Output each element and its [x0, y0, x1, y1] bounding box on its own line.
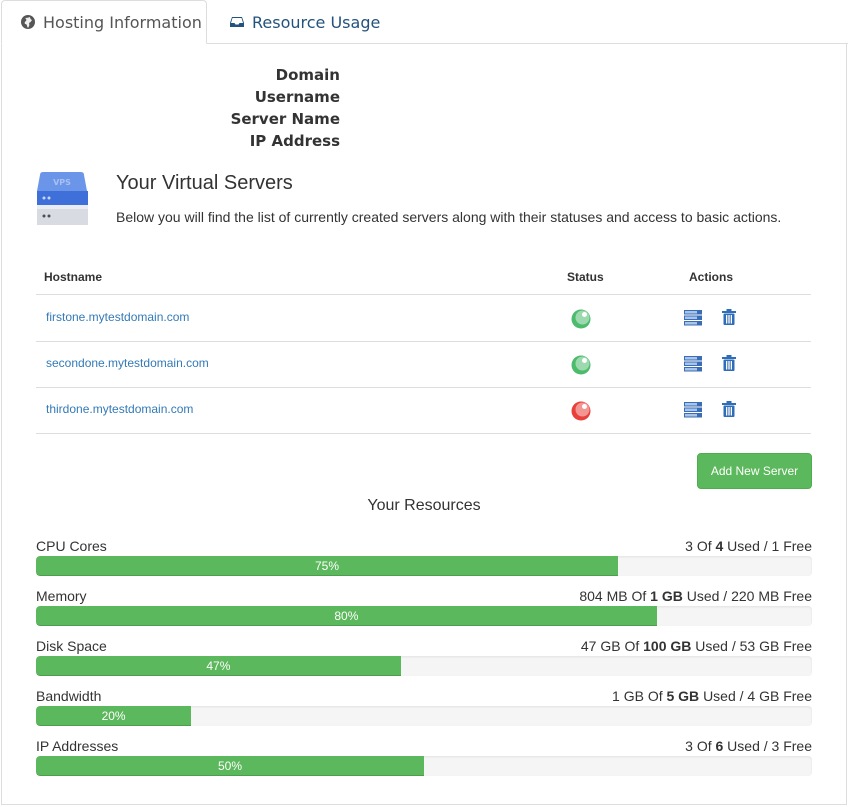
resource-progress-bar: 75%: [36, 556, 812, 576]
resource-progress-fill: 47%: [36, 656, 401, 676]
tab-resource-usage[interactable]: Resource Usage: [207, 0, 380, 44]
resource-of: Of: [696, 538, 712, 554]
resource-usage-text: 47 GB Of 100 GB Used / 53 GB Free: [581, 638, 812, 654]
resource-total: 4: [715, 538, 724, 554]
resource-total: 100 GB: [643, 638, 692, 654]
resource-usage-text: 3 Of 4 Used / 1 Free: [685, 538, 812, 554]
server-hostname-link[interactable]: firstone.mytestdomain.com: [46, 295, 189, 339]
username-label: Username: [254, 88, 340, 106]
resource-progress-bar: 47%: [36, 656, 812, 676]
add-new-server-button[interactable]: Add New Server: [697, 453, 812, 489]
vps-icon-text: VPS: [53, 178, 71, 187]
status-online-icon: [571, 355, 591, 375]
resource-free: Used / 220 MB Free: [686, 588, 812, 604]
status-offline-icon: [571, 401, 591, 421]
resource-of: Of: [631, 588, 647, 604]
tab-label: Resource Usage: [252, 12, 381, 32]
resource-progress-bar: 20%: [36, 706, 812, 726]
resource-free: Used / 4 GB Free: [703, 688, 812, 704]
resource-item: Disk Space 47 GB Of 100 GB Used / 53 GB …: [36, 638, 812, 678]
resource-progress-fill: 80%: [36, 606, 657, 626]
resource-usage-text: 1 GB Of 5 GB Used / 4 GB Free: [612, 688, 812, 704]
resource-label: CPU Cores: [36, 538, 107, 554]
tab-hosting-information[interactable]: Hosting Information: [1, 0, 207, 44]
resource-used: 1 GB: [612, 688, 644, 704]
tab-bar: Hosting Information Resource Usage: [0, 0, 848, 44]
server-row: secondone.mytestdomain.com: [36, 341, 811, 388]
server-row: firstone.mytestdomain.com: [36, 295, 811, 342]
resource-usage-text: 804 MB Of 1 GB Used / 220 MB Free: [579, 588, 812, 604]
delete-server-icon[interactable]: [722, 401, 736, 417]
resource-usage-text: 3 Of 6 Used / 3 Free: [685, 738, 812, 754]
resource-used: 47 GB: [580, 638, 621, 654]
resource-label: Memory: [36, 588, 87, 604]
resource-of: Of: [624, 638, 640, 654]
resource-item: Memory 804 MB Of 1 GB Used / 220 MB Free…: [36, 588, 812, 628]
resource-progress-bar: 80%: [36, 606, 812, 626]
column-header-actions: Actions: [689, 270, 734, 284]
resource-free: Used / 3 Free: [727, 738, 812, 754]
resource-label: Bandwidth: [36, 688, 102, 704]
resource-item: Bandwidth 1 GB Of 5 GB Used / 4 GB Free …: [36, 688, 812, 728]
resource-progress-fill: 20%: [36, 706, 192, 726]
resource-used: 3: [685, 538, 693, 554]
resource-used: 804 MB: [579, 588, 628, 604]
hosting-info: Domain Username Server Name IP Address: [200, 64, 340, 152]
resource-of: Of: [696, 738, 712, 754]
manage-server-icon[interactable]: [684, 310, 702, 326]
manage-server-icon[interactable]: [684, 356, 702, 372]
resource-item: IP Addresses 3 Of 6 Used / 3 Free 50%: [36, 738, 812, 778]
resource-progress-fill: 50%: [36, 756, 424, 776]
server-row: thirdone.mytestdomain.com: [36, 387, 811, 434]
tab-label: Hosting Information: [43, 12, 202, 32]
resource-label: IP Addresses: [36, 738, 119, 754]
ip-address-label: IP Address: [249, 132, 340, 150]
resource-of: Of: [647, 688, 663, 704]
domain-label: Domain: [275, 66, 340, 84]
vps-server-icon: VPS: [36, 171, 88, 225]
resource-item: CPU Cores 3 Of 4 Used / 1 Free 75%: [36, 538, 812, 578]
delete-server-icon[interactable]: [722, 355, 736, 371]
server-hostname-link[interactable]: secondone.mytestdomain.com: [46, 341, 209, 385]
inbox-icon: [229, 14, 245, 30]
server-hostname-link[interactable]: thirdone.mytestdomain.com: [46, 387, 193, 431]
resource-free: Used / 1 Free: [727, 538, 812, 554]
manage-server-icon[interactable]: [684, 402, 702, 418]
resource-progress-fill: 75%: [36, 556, 618, 576]
resource-total: 6: [715, 738, 724, 754]
resource-total: 1 GB: [650, 588, 683, 604]
column-header-hostname: Hostname: [44, 270, 103, 284]
virtual-servers-description: Below you will find the list of currentl…: [116, 209, 782, 225]
status-online-icon: [571, 309, 591, 329]
resource-label: Disk Space: [36, 638, 107, 654]
resource-total: 5 GB: [666, 688, 700, 704]
resource-free: Used / 53 GB Free: [695, 638, 812, 654]
server-name-label: Server Name: [230, 110, 340, 128]
resource-progress-bar: 50%: [36, 756, 812, 776]
globe-icon: [20, 14, 36, 30]
delete-server-icon[interactable]: [722, 309, 736, 325]
column-header-status: Status: [567, 270, 604, 284]
virtual-servers-title: Your Virtual Servers: [116, 172, 293, 194]
resource-used: 3: [685, 738, 693, 754]
resources-title: Your Resources: [367, 497, 481, 514]
